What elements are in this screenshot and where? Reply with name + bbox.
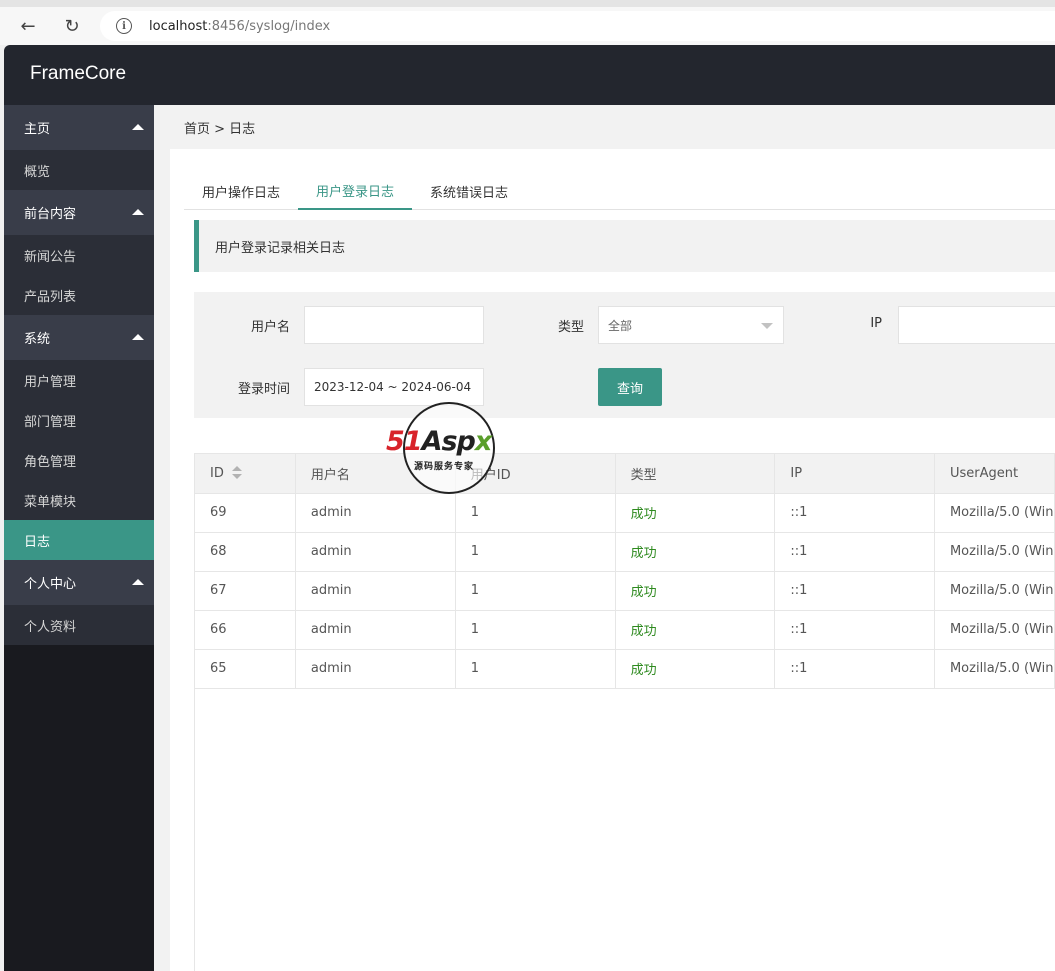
main-content: 用户操作日志 用户登录日志 系统错误日志 用户登录记录相关日志 用户名 类型 全… [170,149,1055,971]
table-row: 69 admin 1 成功 ::1 Mozilla/5.0 (Win [195,493,1055,533]
cell-type: 成功 [615,571,776,611]
browser-tab-strip [0,0,1055,7]
sidebar-item-products[interactable]: 产品列表 [4,275,154,315]
sidebar-item-logs[interactable]: 日志 [4,520,154,560]
cell-username: admin [295,649,456,689]
username-input[interactable] [304,306,484,344]
query-button[interactable]: 查询 [598,368,662,406]
chevron-down-icon [761,323,773,329]
cell-username: admin [295,493,456,533]
ip-label: IP [870,316,882,331]
login-log-table: ID 用户名 用户ID 类型 IP UserAgent 69 admin 1 成… [194,453,1055,971]
cell-type: 成功 [615,493,776,533]
log-tabs: 用户操作日志 用户登录日志 系统错误日志 [184,172,1055,210]
sidebar-group-label: 前台内容 [24,207,77,222]
cell-type: 成功 [615,610,776,650]
caret-up-icon [132,579,144,585]
column-header-ip: IP [774,454,935,494]
cell-user-agent: Mozilla/5.0 (Win [934,571,1055,611]
caret-up-icon [132,209,144,215]
cell-username: admin [295,610,456,650]
column-header-username: 用户名 [295,454,456,494]
table-row: 68 admin 1 成功 ::1 Mozilla/5.0 (Win [195,532,1055,572]
column-header-user-agent: UserAgent [934,454,1055,494]
column-header-user-id: 用户ID [455,454,616,494]
table-row: 66 admin 1 成功 ::1 Mozilla/5.0 (Win [195,610,1055,650]
cell-user-id: 1 [455,493,616,533]
ip-input[interactable] [898,306,1055,344]
cell-ip: ::1 [774,532,935,572]
table-header-row: ID 用户名 用户ID 类型 IP UserAgent [195,454,1055,494]
username-label: 用户名 [250,320,290,335]
cell-ip: ::1 [774,493,935,533]
info-icon[interactable]: i [116,18,132,34]
cell-id: 65 [195,649,296,689]
table-row: 65 admin 1 成功 ::1 Mozilla/5.0 (Win [195,649,1055,689]
cell-user-id: 1 [455,532,616,572]
sidebar-item-users[interactable]: 用户管理 [4,360,154,400]
app-window: FrameCore 主页 概览 前台内容 新闻公告 产品列表 系统 用户管理 部… [4,45,1055,971]
login-time-range-input[interactable]: 2023-12-04 ~ 2024-06-04 [304,368,484,406]
column-header-id[interactable]: ID [195,454,296,494]
reload-icon[interactable]: ↻ [60,14,84,38]
type-select[interactable]: 全部 [598,306,784,344]
sidebar-item-departments[interactable]: 部门管理 [4,400,154,440]
sidebar-group-label: 主页 [24,122,51,137]
caret-up-icon [132,124,144,130]
column-header-type: 类型 [615,454,776,494]
sidebar: 主页 概览 前台内容 新闻公告 产品列表 系统 用户管理 部门管理 角色管理 菜… [4,105,154,971]
sort-icon[interactable] [231,466,242,480]
cell-user-agent: Mozilla/5.0 (Win [934,532,1055,572]
sidebar-group-frontend[interactable]: 前台内容 [4,190,154,235]
app-header: FrameCore [4,45,1055,105]
sidebar-group-personal[interactable]: 个人中心 [4,560,154,605]
sidebar-item-overview[interactable]: 概览 [4,150,154,190]
cell-ip: ::1 [774,571,935,611]
tab-login-log[interactable]: 用户登录日志 [298,172,412,210]
tab-error-log[interactable]: 系统错误日志 [412,172,526,210]
sidebar-item-news[interactable]: 新闻公告 [4,235,154,275]
sidebar-item-profile[interactable]: 个人资料 [4,605,154,645]
cell-user-id: 1 [455,649,616,689]
browser-toolbar: ← ↻ i localhost:8456/syslog/index [0,0,1055,45]
login-time-label: 登录时间 [237,382,290,397]
cell-id: 67 [195,571,296,611]
url-text[interactable]: localhost:8456/syslog/index [149,19,330,34]
sidebar-item-menus[interactable]: 菜单模块 [4,480,154,520]
breadcrumb: 首页 > 日志 [184,121,256,137]
sidebar-group-home[interactable]: 主页 [4,105,154,150]
app-logo: FrameCore [30,63,127,84]
filter-panel: 用户名 类型 全部 IP 登录时间 2023-12-04 ~ 2024-06-0… [194,292,1055,418]
cell-id: 69 [195,493,296,533]
sidebar-item-roles[interactable]: 角色管理 [4,440,154,480]
sidebar-group-label: 系统 [24,332,51,347]
cell-username: admin [295,571,456,611]
cell-user-agent: Mozilla/5.0 (Win [934,649,1055,689]
caret-up-icon [132,334,144,340]
type-select-value: 全部 [608,318,633,333]
notice-banner: 用户登录记录相关日志 [194,220,1055,272]
tab-operation-log[interactable]: 用户操作日志 [184,172,298,210]
table-row: 67 admin 1 成功 ::1 Mozilla/5.0 (Win [195,571,1055,611]
cell-type: 成功 [615,649,776,689]
back-icon[interactable]: ← [16,14,40,38]
sidebar-group-system[interactable]: 系统 [4,315,154,360]
cell-user-id: 1 [455,571,616,611]
cell-id: 68 [195,532,296,572]
cell-type: 成功 [615,532,776,572]
type-label: 类型 [557,320,584,335]
cell-user-agent: Mozilla/5.0 (Win [934,610,1055,650]
cell-username: admin [295,532,456,572]
cell-user-id: 1 [455,610,616,650]
cell-user-agent: Mozilla/5.0 (Win [934,493,1055,533]
cell-ip: ::1 [774,649,935,689]
sidebar-group-label: 个人中心 [24,577,77,592]
address-bar[interactable]: i localhost:8456/syslog/index [100,11,1055,41]
cell-id: 66 [195,610,296,650]
cell-ip: ::1 [774,610,935,650]
